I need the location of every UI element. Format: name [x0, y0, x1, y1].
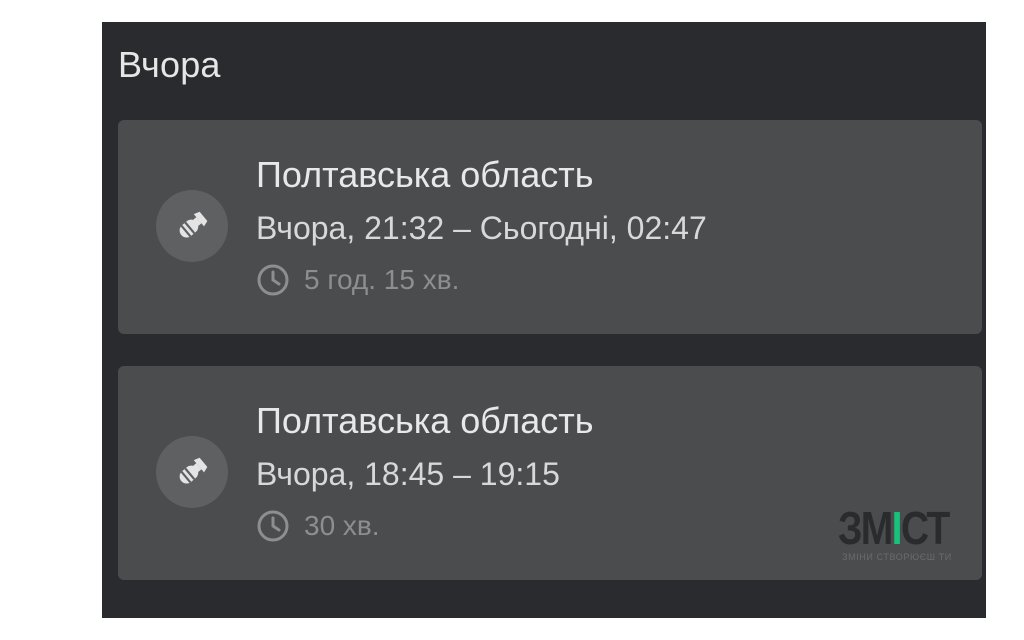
alert-duration-text: 5 год. 15 хв.: [304, 264, 460, 295]
alert-time-range: Вчора, 21:32 – Сьогодні, 02:47: [256, 210, 707, 246]
clock-icon: [257, 510, 289, 542]
alert-region: Полтавська область: [256, 154, 594, 195]
alert-card[interactable]: Полтавська область Вчора, 18:45 – 19:15 …: [118, 366, 982, 580]
alert-region: Полтавська область: [256, 400, 594, 441]
zmist-logo: ЗМІСТ: [838, 502, 950, 554]
alert-card[interactable]: Полтавська область Вчора, 21:32 – Сьогод…: [118, 120, 982, 334]
alert-duration-text: 30 хв.: [304, 510, 380, 541]
bomb-icon: [156, 436, 228, 508]
section-title: Вчора: [118, 44, 221, 85]
clock-icon: [257, 264, 289, 296]
alerts-history-panel: Вчора Полтавська область Вчора, 21:32 – …: [102, 22, 986, 618]
bomb-icon: [156, 190, 228, 262]
alert-time-range: Вчора, 18:45 – 19:15: [256, 456, 560, 492]
zmist-watermark: ЗМІСТ ЗМІНИ СТВОРЮЄШ ТИ: [838, 502, 956, 562]
alert-duration: 5 год. 15 хв.: [256, 262, 459, 298]
alert-duration: 30 хв.: [256, 508, 380, 544]
